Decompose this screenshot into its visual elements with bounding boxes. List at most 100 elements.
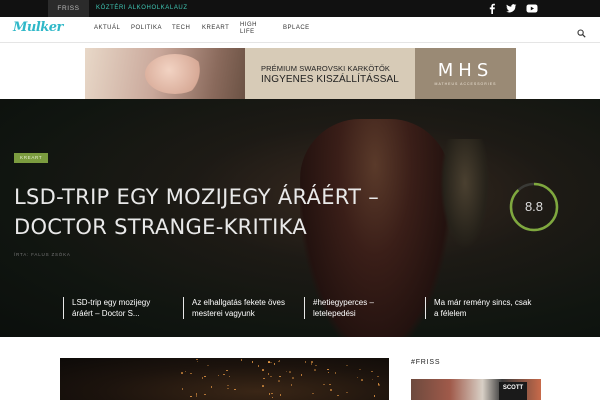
spark-particle [279, 375, 281, 378]
spark-particle [346, 364, 348, 367]
spark-particle [251, 361, 254, 363]
related-article-4[interactable]: Ma már remény sincs, csak a félelem [425, 297, 535, 319]
friss-ticker-link[interactable]: KÖZTÉRI ALKOHOLKALAUZ [96, 0, 188, 17]
spark-particle [327, 368, 329, 371]
spark-particle [204, 375, 206, 378]
spark-particle [263, 377, 265, 380]
hero-background-lamp [440, 139, 490, 249]
spark-particle [277, 360, 280, 363]
spark-particle [292, 377, 294, 379]
hero-author: ÍRTA: FALUS ZSÓKA [14, 252, 71, 257]
spark-particle [226, 369, 228, 372]
spark-particle [329, 383, 331, 386]
spark-particle [181, 388, 184, 390]
spark-particle [311, 361, 313, 363]
spark-particle [270, 361, 272, 364]
spark-particle [210, 386, 213, 388]
nav-item-bplace[interactable]: BPLACE [283, 25, 310, 32]
banner-brand-logo: MHS [437, 60, 494, 81]
spark-particle [300, 374, 303, 376]
sidebar-image-sign: SCOTT [499, 382, 527, 400]
nav-item-politika[interactable]: POLITIKA [131, 25, 162, 32]
spark-particle [201, 377, 204, 379]
hero-title[interactable]: LSD-TRIP EGY MOZIJEGY ÁRÁÉRT – DOCTOR ST… [14, 182, 414, 242]
featured-article-image[interactable] [60, 358, 389, 400]
banner-headline: PRÉMIUM SWAROVSKI KARKÖTŐK [261, 64, 391, 73]
spark-particle [337, 394, 339, 397]
spark-particle [195, 395, 198, 397]
spark-particle [378, 384, 380, 386]
nav-item-high-life[interactable]: HIGH LIFE [240, 22, 262, 36]
spark-particle [279, 394, 282, 396]
spark-particle [334, 372, 337, 374]
facebook-icon[interactable] [487, 3, 497, 14]
related-article-3[interactable]: #hetiegyperces – letelepedési [304, 297, 414, 319]
twitter-icon[interactable] [506, 3, 517, 14]
spark-particle [356, 376, 359, 379]
search-icon[interactable] [577, 25, 586, 43]
spark-particle [323, 383, 325, 386]
spark-particle [373, 395, 376, 397]
hero-article[interactable]: KREART LSD-TRIP EGY MOZIJEGY ÁRÁÉRT – DO… [0, 99, 600, 337]
spark-particle [217, 374, 220, 377]
site-logo[interactable]: Mulker [13, 20, 63, 35]
spark-particle [377, 375, 379, 378]
main-nav: Mulker AKTUÁL POLITIKA TECH KREART HIGH … [0, 17, 600, 43]
sidebar-article-image[interactable]: SCOTT [411, 379, 541, 400]
nav-item-tech[interactable]: TECH [172, 25, 190, 32]
related-article-1[interactable]: LSD-trip egy mozijegy áráért – Doctor S.… [63, 297, 173, 319]
spark-particle [278, 360, 281, 362]
spark-particle [184, 370, 187, 373]
spark-particle [371, 378, 374, 381]
spark-particle [278, 380, 280, 382]
spark-particle [240, 359, 243, 361]
spark-particle [268, 393, 271, 395]
banner-brand-tagline: MATHEUS ACCESSORIES [434, 82, 497, 86]
spark-particle [223, 373, 225, 376]
nav-item-aktual[interactable]: AKTUÁL [94, 25, 120, 32]
spark-particle [271, 396, 274, 399]
friss-heading: #FRISS [411, 359, 441, 366]
spark-particle [346, 391, 348, 394]
spark-particle [314, 369, 316, 371]
spark-particle [359, 368, 361, 371]
spark-particle [262, 369, 264, 371]
spark-particle [330, 389, 332, 391]
spark-particle [228, 375, 231, 378]
banner-subheadline: INGYENES KISZÁLLÍTÁSSAL [261, 74, 399, 85]
related-article-2[interactable]: Az elhallgatás fekete öves mesterei vagy… [183, 297, 293, 319]
spark-particle [304, 361, 307, 363]
nav-item-kreart[interactable]: KREART [202, 25, 229, 32]
score-value: 8.8 [524, 199, 544, 214]
spark-particle [312, 392, 314, 395]
spark-particle [270, 375, 272, 378]
spark-particle [273, 363, 276, 365]
banner-hands-image [145, 54, 205, 94]
spark-particle [227, 387, 229, 390]
social-links [487, 3, 538, 14]
spark-particle [204, 393, 206, 396]
spark-particle [257, 365, 260, 367]
top-bar: FRISS KÖZTÉRI ALKOHOLKALAUZ [0, 0, 600, 17]
spark-particle [315, 364, 317, 367]
spark-particle [262, 385, 264, 387]
spark-particle [181, 372, 183, 374]
spark-particle [190, 395, 192, 398]
spark-particle [361, 379, 363, 381]
youtube-icon[interactable] [526, 3, 538, 14]
spark-particle [310, 363, 313, 365]
spark-particle [327, 371, 330, 373]
spark-particle [289, 371, 291, 373]
banner-brand-block: MHS MATHEUS ACCESSORIES [415, 48, 516, 99]
banner-ad[interactable]: PRÉMIUM SWAROVSKI KARKÖTŐK INGYENES KISZ… [85, 48, 516, 99]
spark-particle [268, 361, 270, 363]
page: FRISS KÖZTÉRI ALKOHOLKALAUZ Mulker AKTUÁ… [0, 0, 600, 400]
spark-particle [207, 364, 209, 367]
spark-particle [227, 384, 229, 387]
friss-label: FRISS [48, 0, 89, 17]
spark-particle [190, 372, 192, 375]
spark-particle [196, 360, 199, 363]
category-badge[interactable]: KREART [14, 153, 49, 163]
spark-particle [371, 370, 373, 373]
spark-particle [267, 373, 270, 375]
